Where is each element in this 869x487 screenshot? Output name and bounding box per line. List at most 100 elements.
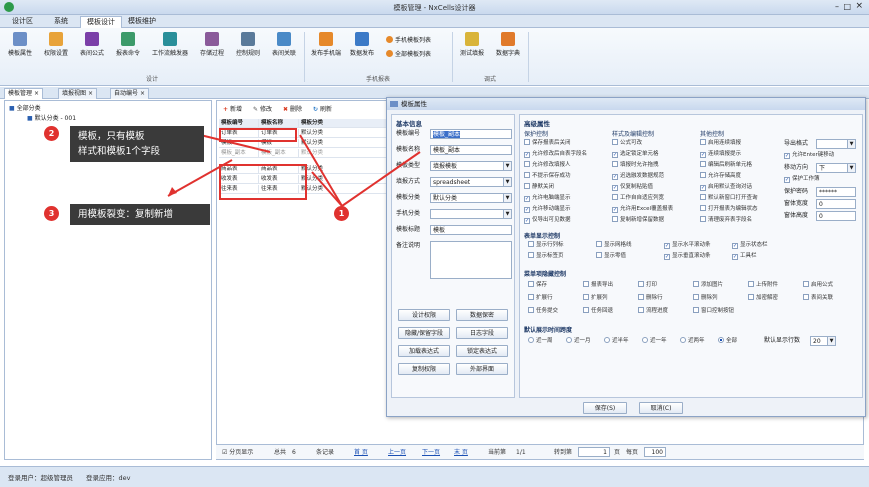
refresh-button[interactable]: ↻ 刷新 (313, 105, 332, 114)
chevron-down-icon[interactable]: ▼ (847, 164, 855, 172)
column-header[interactable]: 模板名称 (259, 119, 299, 128)
option-checkbox[interactable]: 上传附件 (748, 281, 778, 290)
maximize-icon[interactable]: □ (843, 2, 851, 11)
chevron-down-icon[interactable]: ▼ (503, 162, 511, 170)
option-checkbox[interactable]: 公式可改 (612, 139, 642, 148)
option-checkbox[interactable]: 静默关闭 (524, 183, 554, 192)
tree-node-default[interactable]: ■ 默认分类 - 001 (27, 114, 76, 123)
close-icon[interactable]: × (88, 90, 93, 97)
chevron-down-icon[interactable]: ▼ (503, 178, 511, 186)
field-input[interactable]: 模板 (430, 225, 512, 235)
basic-action-button[interactable]: 数据保密 (456, 309, 508, 321)
per-page-input[interactable]: 100 (644, 447, 666, 457)
table-relation-button[interactable]: 表间关联 (268, 32, 300, 57)
column-header[interactable]: 模板编号 (219, 119, 259, 128)
option-checkbox[interactable]: ✓ 允许Enter键移动 (784, 151, 834, 160)
close-icon[interactable]: × (34, 90, 39, 97)
workflow-trigger-button[interactable]: 工作流触发器 (148, 32, 192, 57)
add-button[interactable]: + 新增 (223, 105, 242, 114)
delete-button[interactable]: ✖ 删除 (283, 105, 302, 114)
chevron-down-icon[interactable]: ▼ (503, 194, 511, 202)
option-checkbox[interactable]: ✓ 启用默认查询对话 (700, 183, 752, 192)
option-checkbox[interactable]: 不提示保存成功 (524, 172, 571, 181)
option-checkbox[interactable]: 添加图片 (693, 281, 723, 290)
permission-button[interactable]: 权限设置 (40, 32, 72, 57)
field-input[interactable]: ▼ (430, 209, 512, 219)
goto-page-input[interactable]: 1 (578, 447, 610, 457)
basic-action-button[interactable]: 隐藏/保留字段 (398, 327, 450, 339)
close-icon[interactable]: × (140, 90, 145, 97)
option-checkbox[interactable]: ✓ 工具栏 (732, 252, 757, 261)
option-checkbox[interactable]: ✓ 显示垂直滚动条 (664, 252, 711, 261)
basic-action-button[interactable]: 加载表达式 (398, 345, 450, 357)
option-checkbox[interactable]: 允许存储高度 (700, 172, 741, 181)
basic-action-button[interactable]: 日志字段 (456, 327, 508, 339)
option-checkbox[interactable]: 显示网格线 (596, 241, 632, 250)
option-checkbox[interactable]: ✓ 迟选融发数据规范 (612, 172, 664, 181)
basic-action-button[interactable]: 复制权限 (398, 363, 450, 375)
formula-button[interactable]: 表间公式 (76, 32, 108, 57)
mobile-template-list-button[interactable]: 手机模板列表 (386, 36, 431, 46)
option-checkbox[interactable]: 启用连续填报 (700, 139, 741, 148)
option-checkbox[interactable]: 工作自自适应列宽 (612, 194, 664, 203)
setting-input[interactable]: ****** (816, 187, 856, 197)
period-radio[interactable]: 近一周 (528, 337, 553, 346)
option-checkbox[interactable]: 编辑后刷新单元格 (700, 161, 752, 170)
paging-checkbox[interactable]: ☑ 分页显示 (222, 448, 253, 457)
tree-node-all[interactable]: ■ 全部分类 (9, 104, 41, 113)
setting-input[interactable]: 0 (816, 199, 856, 209)
option-checkbox[interactable]: ✓ 保护工作簿 (784, 175, 820, 184)
option-checkbox[interactable]: 打印 (638, 281, 657, 290)
option-checkbox[interactable]: 窗口控制按钮 (693, 307, 734, 316)
edit-button[interactable]: ✎ 修改 (253, 105, 272, 114)
option-checkbox[interactable]: 显示标签页 (528, 252, 564, 261)
field-input[interactable]: spreadsheet ▼ (430, 177, 512, 187)
remark-textarea[interactable] (430, 241, 512, 279)
last-page-link[interactable]: 末 页 (454, 448, 468, 457)
rows-input[interactable]: 20 ▼ (810, 336, 836, 346)
basic-action-button[interactable]: 外部界面 (456, 363, 508, 375)
option-checkbox[interactable]: 报表导出 (583, 281, 613, 290)
option-checkbox[interactable]: 显示行列标 (528, 241, 564, 250)
option-checkbox[interactable]: 默认新窗口打开查询 (700, 194, 758, 203)
cancel-button[interactable]: 取消(C) (639, 402, 683, 414)
basic-action-button[interactable]: 锁定表达式 (456, 345, 508, 357)
field-input[interactable]: 模板_副本 (430, 129, 512, 139)
option-checkbox[interactable]: 任务提交 (528, 307, 558, 316)
option-checkbox[interactable]: 保存 (528, 281, 547, 290)
option-checkbox[interactable]: ✓ 显示水平滚动条 (664, 241, 711, 250)
option-checkbox[interactable]: ✓ 仅复制粘贴值 (612, 183, 653, 192)
basic-action-button[interactable]: 设计权限 (398, 309, 450, 321)
all-template-list-button[interactable]: 全部模板列表 (386, 50, 431, 60)
option-checkbox[interactable]: ✓ 选定锁定单元格 (612, 150, 659, 159)
option-checkbox[interactable]: ✓ 允许移动端显示 (524, 205, 571, 214)
field-input[interactable]: 模板_副本 (430, 145, 512, 155)
template-props-button[interactable]: 模板属性 (4, 32, 36, 57)
field-input[interactable]: 填报模板 ▼ (430, 161, 512, 171)
option-checkbox[interactable]: 打开报表为编辑状态 (700, 205, 758, 214)
menu-template-maintain[interactable]: 模板维护 (122, 16, 162, 28)
option-checkbox[interactable]: 任务回退 (583, 307, 613, 316)
data-publish-button[interactable]: 数据发布 (346, 32, 378, 57)
option-checkbox[interactable]: 扩展列 (583, 294, 608, 303)
chevron-down-icon[interactable]: ▼ (503, 210, 511, 218)
option-checkbox[interactable]: 启用公式 (803, 281, 833, 290)
test-fill-button[interactable]: 测试填报 (456, 32, 488, 57)
menu-template-design[interactable]: 模板设计 (80, 16, 122, 28)
option-checkbox[interactable]: 显示零值 (596, 252, 626, 261)
table-row[interactable]: 模板_副本 模板_副本 默认分类 (219, 149, 389, 159)
control-rule-button[interactable]: 控制规则 (232, 32, 264, 57)
period-radio[interactable]: 近一年 (642, 337, 667, 346)
period-radio[interactable]: 近两年 (680, 337, 705, 346)
option-checkbox[interactable]: ✓ 仅导出可见数据 (524, 216, 571, 225)
report-command-button[interactable]: 报表命令 (112, 32, 144, 57)
setting-input[interactable]: ▼ (816, 139, 856, 149)
period-radio[interactable]: 近半年 (604, 337, 629, 346)
option-checkbox[interactable]: 删除列 (693, 294, 718, 303)
close-icon[interactable]: × (855, 1, 863, 11)
option-checkbox[interactable]: 加密解密 (748, 294, 778, 303)
option-checkbox[interactable]: 允许修改填报人 (524, 161, 571, 170)
option-checkbox[interactable]: ✓ 允许电脑端显示 (524, 194, 571, 203)
first-page-link[interactable]: 首 页 (354, 448, 368, 457)
tab-auto-number[interactable]: 自动编号 × (110, 88, 149, 99)
